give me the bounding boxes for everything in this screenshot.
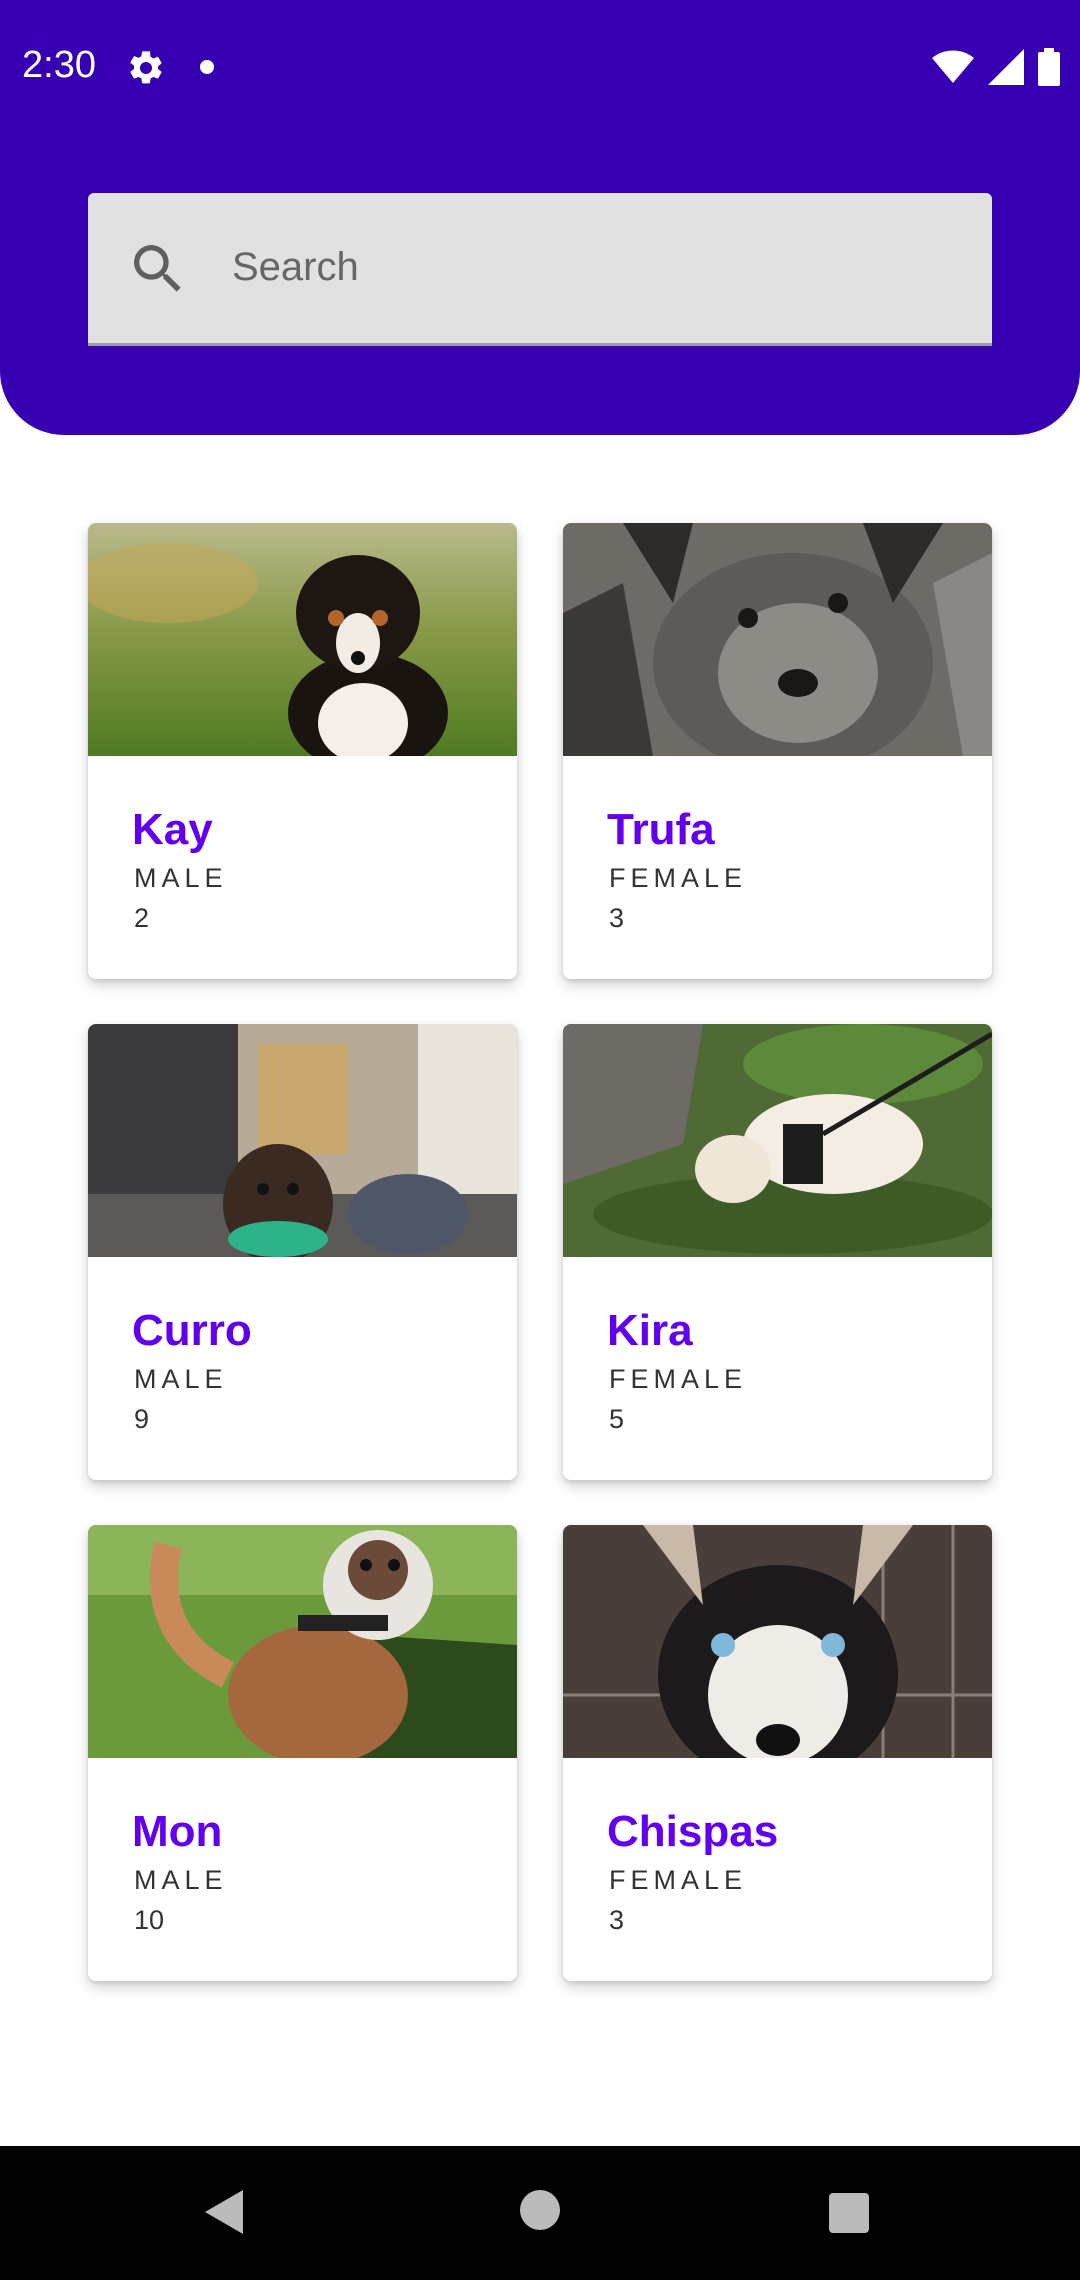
pet-gender: MALE <box>134 1865 228 1895</box>
pet-age: 5 <box>609 1404 625 1434</box>
notification-dot-icon <box>200 60 214 74</box>
pet-age: 3 <box>609 903 625 933</box>
pet-age: 9 <box>134 1404 150 1434</box>
pet-name: Chispas <box>607 1807 779 1856</box>
pet-gender: MALE <box>134 863 228 893</box>
pet-gender: FEMALE <box>609 863 748 893</box>
pet-name: Kay <box>132 805 213 854</box>
pet-name: Mon <box>132 1807 223 1856</box>
husky-mix-yard-photo <box>88 1525 517 1758</box>
white-dog-grass-photo <box>563 1024 992 1257</box>
system-navigation-bar <box>0 2146 1080 2280</box>
pet-card[interactable]: Chispas FEMALE 3 <box>563 1525 992 1981</box>
search-icon <box>134 245 181 292</box>
pet-age: 2 <box>134 903 150 933</box>
search-input[interactable]: Search <box>88 193 992 346</box>
signal-icon <box>988 49 1024 85</box>
pet-gender: FEMALE <box>609 1364 748 1394</box>
pet-name: Curro <box>132 1306 252 1355</box>
pet-card[interactable]: Curro MALE 9 <box>88 1024 517 1480</box>
bernese-puppy-photo <box>88 523 517 756</box>
status-icons <box>932 46 1060 88</box>
search-placeholder: Search <box>232 245 359 289</box>
husky-blue-eyes-photo <box>563 1525 992 1758</box>
status-bar: 2:30 <box>0 0 1080 136</box>
pet-gender: FEMALE <box>609 1865 748 1895</box>
spaniel-room-photo <box>88 1024 517 1257</box>
pet-name: Kira <box>607 1306 693 1355</box>
home-icon[interactable] <box>520 2190 560 2230</box>
gray-dog-photo <box>563 523 992 756</box>
battery-icon <box>1038 48 1060 86</box>
recent-apps-icon[interactable] <box>829 2193 869 2233</box>
status-time: 2:30 <box>22 44 96 86</box>
pet-age: 10 <box>134 1905 165 1935</box>
back-icon[interactable] <box>205 2190 245 2234</box>
pet-card[interactable]: Mon MALE 10 <box>88 1525 517 1981</box>
pet-card[interactable]: Kay MALE 2 <box>88 523 517 979</box>
settings-gear-icon <box>130 51 162 84</box>
pet-name: Trufa <box>607 805 715 854</box>
wifi-icon <box>932 50 974 83</box>
pet-card[interactable]: Trufa FEMALE 3 <box>563 523 992 979</box>
pet-gender: MALE <box>134 1364 228 1394</box>
pet-card[interactable]: Kira FEMALE 5 <box>563 1024 992 1480</box>
pet-age: 3 <box>609 1905 625 1935</box>
